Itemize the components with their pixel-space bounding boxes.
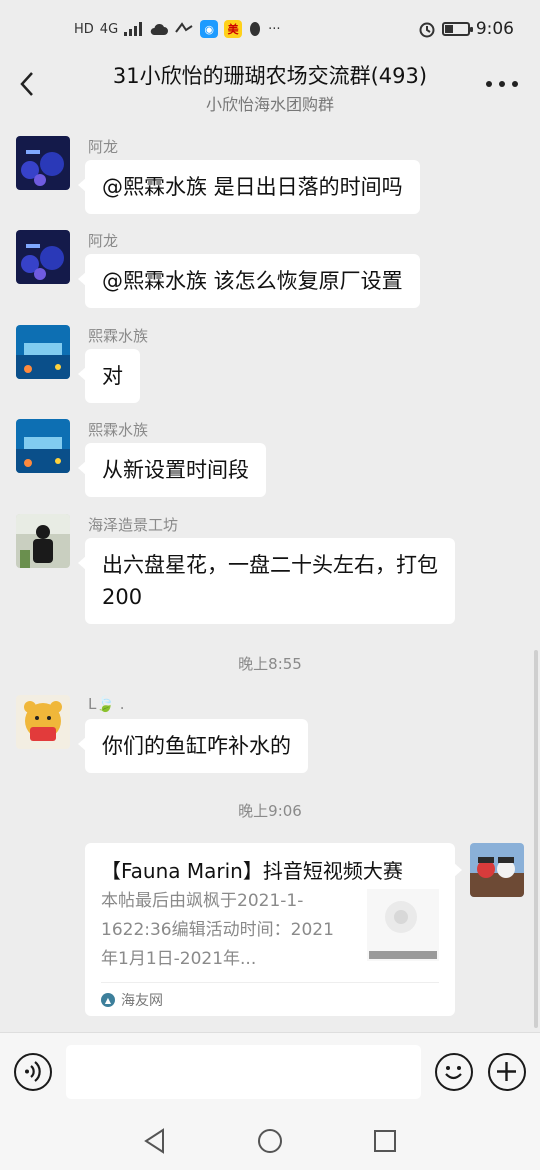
- message-bubble[interactable]: @熙霖水族 该怎么恢复原厂设置: [78, 254, 420, 308]
- more-notifications-icon: ···: [268, 21, 281, 37]
- link-card-description: 本帖最后由飒枫于2021-1-1622:36编辑活动时间：2021年1月1日-2…: [101, 891, 334, 969]
- sender-name: 阿龙: [88, 138, 119, 156]
- chevron-left-icon: [20, 72, 33, 96]
- nav-recents-button[interactable]: [370, 1126, 400, 1156]
- message-bubble[interactable]: @熙霖水族 是日出日落的时间吗: [78, 160, 420, 214]
- chat-header: 31小欣怡的珊瑚农场交流群(493) 小欣怡海水团购群: [0, 58, 540, 116]
- dot-icon: [486, 81, 492, 87]
- clock: 9:06: [475, 19, 514, 39]
- triangle-back-icon: [144, 1128, 164, 1154]
- hd-indicator: HD: [74, 21, 94, 37]
- avatar-xilin[interactable]: [16, 419, 70, 473]
- plus-icon: [497, 1062, 516, 1081]
- cloud-icon: [150, 23, 169, 35]
- message-bubble[interactable]: 对: [78, 349, 140, 403]
- group-title: 31小欣怡的珊瑚农场交流群(493): [112, 64, 428, 88]
- link-card-title: 【Fauna Marin】抖音短视频大赛: [101, 859, 403, 883]
- nav-home-button[interactable]: [255, 1126, 285, 1156]
- dot-icon: [499, 81, 505, 87]
- link-card-source: ▲ 海友网: [101, 990, 163, 1010]
- link-card[interactable]: 【Fauna Marin】抖音短视频大赛 本帖最后由飒枫于2021-1-1622…: [85, 843, 462, 1016]
- back-button[interactable]: [14, 70, 42, 98]
- voice-icon: [25, 1061, 41, 1082]
- alarm-icon: [419, 22, 435, 38]
- divider: [101, 982, 439, 983]
- message-input[interactable]: [66, 1045, 421, 1099]
- emoji-button[interactable]: [435, 1053, 473, 1091]
- battery-icon: [441, 22, 473, 36]
- status-bar: HD 4G ◉ 美 ··· 9:06: [0, 0, 540, 58]
- status-right: 9:06: [418, 19, 514, 39]
- signal-icon: [124, 22, 143, 36]
- meituan-icon: 美: [224, 20, 243, 38]
- voice-button[interactable]: [14, 1053, 52, 1091]
- network-type: 4G: [99, 21, 119, 37]
- system-nav-bar: [0, 1112, 540, 1170]
- status-left: HD 4G ◉ 美 ···: [74, 20, 281, 38]
- sender-name: 熙霖水族: [88, 327, 149, 345]
- circle-home-icon: [258, 1129, 282, 1153]
- source-logo-icon: ▲: [101, 993, 115, 1007]
- dot-icon: [512, 81, 518, 87]
- sender-name: 熙霖水族: [88, 421, 149, 439]
- timestamp: 晚上9:06: [238, 802, 302, 820]
- source-name: 海友网: [121, 993, 163, 1009]
- app-notification-icon: [175, 22, 193, 33]
- message-bubble[interactable]: 从新设置时间段: [78, 443, 266, 497]
- sender-name: L🍃 .: [88, 695, 125, 713]
- emoji-icon: [445, 1066, 462, 1080]
- avatar-haize[interactable]: [16, 514, 70, 568]
- more-actions-button[interactable]: [488, 1053, 526, 1091]
- square-recents-icon: [374, 1130, 396, 1152]
- link-card-thumbnail: [367, 889, 439, 961]
- avatar-xilin[interactable]: [16, 325, 70, 379]
- group-subtitle: 小欣怡海水团购群: [205, 95, 334, 114]
- message-bubble[interactable]: 出六盘星花，一盘二十头左右，打包 200: [78, 538, 455, 624]
- penguin-icon: [250, 22, 261, 36]
- avatar-along[interactable]: [16, 136, 70, 190]
- input-bar: [0, 1032, 540, 1112]
- nav-back-button[interactable]: [140, 1126, 170, 1156]
- avatar-self[interactable]: [470, 843, 524, 897]
- chat-area[interactable]: 阿龙 @熙霖水族 是日出日落的时间吗 阿龙 @熙霖水族 该怎么恢复原厂设置 熙霖…: [0, 120, 540, 1030]
- sender-name: 海泽造景工坊: [88, 516, 179, 534]
- scrollbar[interactable]: [534, 650, 538, 1028]
- sender-name: 阿龙: [88, 232, 119, 250]
- more-options-button[interactable]: [486, 72, 518, 96]
- qq-browser-icon: ◉: [200, 20, 219, 38]
- avatar-l[interactable]: [16, 695, 70, 749]
- message-bubble[interactable]: 你们的鱼缸咋补水的: [78, 719, 308, 773]
- avatar-along[interactable]: [16, 230, 70, 284]
- timestamp: 晚上8:55: [238, 655, 302, 673]
